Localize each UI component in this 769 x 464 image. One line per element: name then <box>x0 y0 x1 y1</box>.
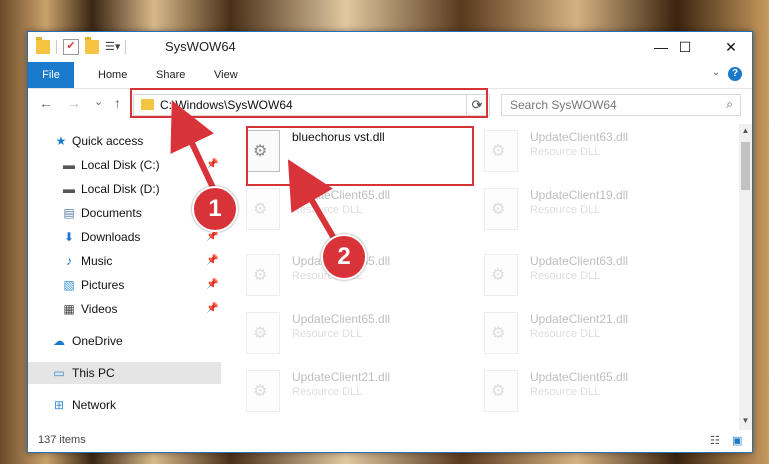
step-1-badge: 1 <box>192 186 238 232</box>
annotation-arrows <box>170 100 339 243</box>
step-2-badge: 2 <box>321 234 367 280</box>
arrow-1 <box>170 100 218 194</box>
arrow-2 <box>287 159 338 242</box>
